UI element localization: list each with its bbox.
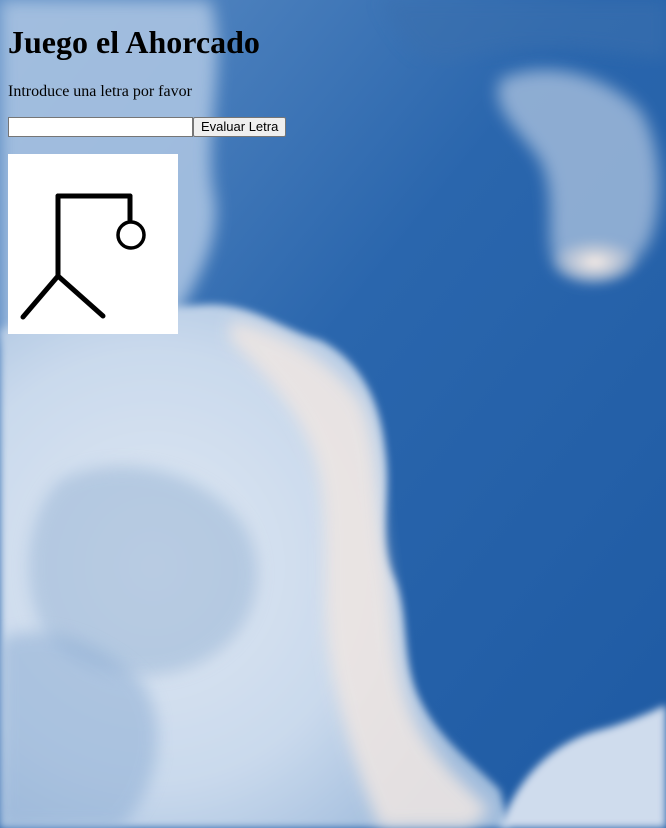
hangman-head: [116, 220, 146, 250]
page-title: Juego el Ahorcado: [8, 24, 260, 60]
letter-input[interactable]: [8, 117, 193, 137]
letter-form: Evaluar Letra: [8, 117, 287, 137]
gallows-base: [20, 273, 106, 320]
hangman-figure: [20, 193, 146, 320]
evaluate-letter-button[interactable]: Evaluar Letra: [193, 117, 287, 137]
instruction-text: Introduce una letra por favor: [8, 83, 192, 100]
hangman-drawing: [8, 154, 178, 334]
